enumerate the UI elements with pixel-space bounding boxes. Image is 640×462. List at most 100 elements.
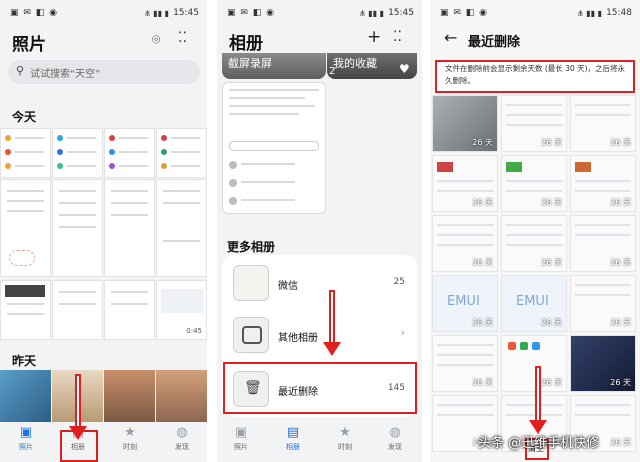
deleted-item[interactable]: 26 天 — [570, 215, 636, 272]
search-icon: ⚲ — [16, 64, 25, 77]
albums-screen: ▣ ✉ ◧ ◉ ⋔ ▮▮ ▮ 15:45 相册 + ⁚⁚ 截屏录屏 我的收藏 2… — [217, 0, 422, 462]
red-arrow-annotation — [529, 366, 547, 438]
highlight-box — [435, 60, 635, 93]
photo-thumbnail[interactable] — [156, 128, 207, 178]
discover-icon: ◍ — [176, 425, 188, 440]
tab-label: 时刻 — [123, 443, 137, 451]
more-icon[interactable]: ⁚⁚ — [393, 29, 402, 45]
bottom-nav: ▣ 照片 ▤ 相册 ★ 时刻 ◍ 发现 — [0, 422, 207, 462]
album-row-label: 微信 — [278, 281, 298, 292]
signal-icon: ⋔ ▮▮ ▮ — [577, 8, 603, 18]
deleted-item[interactable]: 26 天 — [570, 155, 636, 212]
deleted-item[interactable]: 26 天 — [432, 335, 498, 392]
tab-photos[interactable]: ▣ 照片 — [6, 424, 46, 452]
photo-thumbnail[interactable] — [0, 128, 51, 178]
chevron-right-icon: › — [400, 326, 405, 339]
signal-icon: ⋔ ▮▮ ▮ — [359, 8, 385, 18]
photo-thumbnail[interactable] — [0, 370, 51, 422]
photos-icon: ▣ — [19, 425, 33, 440]
album-row-count: 25 — [393, 277, 405, 287]
photo-thumbnail[interactable] — [104, 370, 155, 422]
photo-thumbnail[interactable] — [0, 280, 51, 340]
divider — [422, 0, 430, 462]
more-albums-heading: 更多相册 — [227, 240, 276, 254]
heart-icon: ♥ — [399, 62, 410, 76]
section-yesterday: 昨天 — [12, 354, 37, 368]
photo-thumbnail[interactable] — [156, 370, 207, 422]
deleted-item[interactable]: 26 天 — [501, 215, 567, 272]
status-icons-right: ⋔ ▮▮ ▮ 15:48 — [577, 8, 632, 18]
recently-deleted-screen: ▣ ✉ ◧ ◉ ⋔ ▮▮ ▮ 15:48 ← 最近删除 文件在删除前会显示剩余天… — [430, 0, 640, 462]
discover-icon: ◍ — [389, 425, 401, 440]
tab-label: 发现 — [175, 443, 189, 451]
photo-thumbnail[interactable]: 0:45 — [156, 280, 207, 340]
tab-albums[interactable]: ▤ 相册 — [273, 424, 313, 452]
back-arrow-icon[interactable]: ← — [444, 28, 457, 47]
tab-discover[interactable]: ◍ 发现 — [375, 424, 415, 452]
page-title: 最近删除 — [468, 35, 521, 50]
photo-thumbnail[interactable] — [156, 179, 207, 277]
tab-photos[interactable]: ▣ 照片 — [221, 424, 261, 452]
deleted-item[interactable]: 26 天 — [570, 335, 636, 392]
photo-thumbnail[interactable] — [52, 128, 103, 178]
album-row-other[interactable]: 其他相册 › — [222, 309, 417, 361]
deleted-item[interactable]: 26 天 — [501, 95, 567, 152]
photo-thumbnail[interactable] — [52, 179, 103, 277]
status-bar: ▣ ✉ ◧ ◉ ⋔ ▮▮ ▮ 15:48 — [430, 8, 640, 22]
photo-thumbnail[interactable] — [52, 280, 103, 340]
moments-icon: ★ — [124, 425, 136, 440]
deleted-item[interactable]: 26 天 — [432, 155, 498, 212]
photos-icon: ▣ — [234, 425, 248, 440]
search-placeholder: 试试搜索“天空” — [30, 69, 101, 80]
deleted-item[interactable]: 26 天 — [501, 155, 567, 212]
deleted-item[interactable]: EMUI 26 天 — [501, 275, 567, 332]
video-duration: 0:45 — [186, 327, 202, 335]
divider — [207, 0, 217, 462]
location-icon[interactable]: ⌾ — [152, 32, 160, 48]
status-bar: ▣ ✉ ◧ ◉ ⋔ ▮▮ ▮ 15:45 — [217, 8, 422, 22]
page-title: 照片 — [12, 35, 46, 55]
deleted-item[interactable]: 26 天 — [570, 95, 636, 152]
photo-thumbnail[interactable] — [104, 179, 155, 277]
deleted-item[interactable]: 26 天 — [432, 95, 498, 152]
deleted-item[interactable]: 26 天 — [432, 215, 498, 272]
status-icons-left: ▣ ✉ ◧ ◉ — [10, 8, 58, 18]
deleted-item[interactable]: 26 天 — [570, 275, 636, 332]
tab-label: 相册 — [286, 443, 300, 451]
album-preview[interactable] — [222, 82, 326, 214]
status-icons-left: ▣ ✉ ◧ ◉ — [227, 8, 275, 18]
page-title: 相册 — [229, 34, 263, 54]
album-screenshots[interactable]: 截屏录屏 — [222, 53, 326, 79]
album-label: 截屏录屏 — [228, 57, 272, 70]
tab-moments[interactable]: ★ 时刻 — [325, 424, 365, 452]
more-icon[interactable]: ⁚⁚ — [178, 30, 187, 46]
add-icon[interactable]: + — [367, 27, 381, 47]
status-time: 15:45 — [173, 8, 199, 18]
status-icons-left: ▣ ✉ ◧ ◉ — [440, 8, 488, 18]
status-icons-right: ⋔ ▮▮ ▮ 15:45 — [144, 8, 199, 18]
watermark: 头条 @迅维手机快修 — [478, 436, 600, 451]
deleted-item[interactable]: EMUI 26 天 — [432, 275, 498, 332]
moments-icon: ★ — [339, 425, 351, 440]
status-icons-right: ⋔ ▮▮ ▮ 15:45 — [359, 8, 414, 18]
tab-moments[interactable]: ★ 时刻 — [110, 424, 150, 452]
photo-thumbnail[interactable] — [104, 280, 155, 340]
album-thumbnail — [233, 265, 269, 301]
photo-thumbnail[interactable] — [0, 179, 51, 277]
highlight-box — [223, 362, 417, 414]
photo-thumbnail[interactable] — [104, 128, 155, 178]
album-stack-icon — [233, 317, 269, 353]
tab-label: 时刻 — [338, 443, 352, 451]
favorites-count: 2 — [329, 66, 336, 77]
search-bar[interactable]: ⚲ 试试搜索“天空” — [8, 60, 200, 84]
album-row-wechat[interactable]: 微信 25 — [222, 257, 417, 309]
highlight-box — [60, 430, 98, 462]
red-arrow-annotation — [323, 290, 341, 360]
tab-label: 照片 — [19, 443, 33, 451]
tab-discover[interactable]: ◍ 发现 — [162, 424, 202, 452]
status-bar: ▣ ✉ ◧ ◉ ⋔ ▮▮ ▮ 15:45 — [0, 8, 207, 22]
tab-label: 照片 — [234, 443, 248, 451]
album-row-label: 其他相册 — [278, 333, 318, 344]
album-label: 我的收藏 — [333, 57, 377, 70]
status-time: 15:45 — [388, 8, 414, 18]
